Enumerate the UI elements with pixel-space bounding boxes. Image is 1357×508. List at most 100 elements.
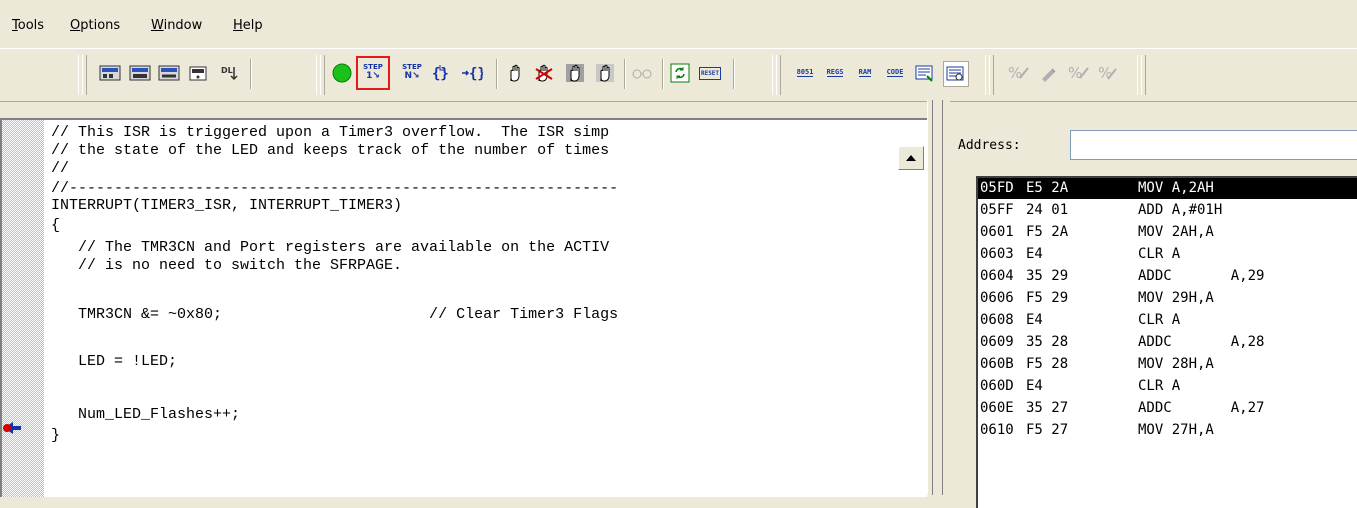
- row-opcode-bytes: E4: [1026, 378, 1043, 394]
- row-opcode-bytes: 24 01: [1026, 202, 1069, 218]
- toolbar-separator: [624, 59, 626, 89]
- row-instruction: ADDC A,28: [1138, 334, 1265, 350]
- code-line[interactable]: LED = !LED;: [51, 353, 177, 370]
- row-instruction: ADDC A,27: [1138, 400, 1265, 416]
- reset-button[interactable]: RESET: [698, 61, 722, 85]
- row-instruction: MOV A,2AH: [1138, 180, 1214, 196]
- row-instruction: ADD A,#01H: [1138, 202, 1223, 218]
- code-line[interactable]: // The TMR3CN and Port registers are ava…: [51, 239, 609, 256]
- row-opcode-bytes: F5 28: [1026, 356, 1069, 372]
- menu-window[interactable]: Window: [151, 18, 202, 33]
- row-opcode-bytes: F5 29: [1026, 290, 1069, 306]
- row-address: 05FF: [980, 202, 1014, 218]
- disassembly-row[interactable]: 060B F5 28 MOV 28H,A: [978, 354, 1357, 375]
- menu-help[interactable]: Help: [233, 18, 263, 33]
- bookmark-percent-icon[interactable]: %: [1007, 61, 1031, 85]
- view-8051-button[interactable]: 8051: [793, 61, 817, 85]
- rebuild-icon[interactable]: [157, 61, 181, 85]
- go-run-icon[interactable]: [330, 61, 354, 85]
- breakpoint-hand-icon[interactable]: [503, 61, 527, 85]
- disassembly-row[interactable]: 05FF 24 01 ADD A,#01H: [978, 200, 1357, 221]
- step-into-button[interactable]: STEP 1↘: [356, 56, 390, 90]
- scroll-up-button[interactable]: [898, 146, 924, 170]
- view-ram-button[interactable]: RAM: [853, 61, 877, 85]
- toolbar-grip[interactable]: [82, 55, 87, 95]
- disassembly-row[interactable]: 0609 35 28 ADDC A,28: [978, 332, 1357, 353]
- disassembly-window-icon[interactable]: [943, 61, 969, 87]
- breakpoint-arrow-icon[interactable]: [2, 420, 34, 434]
- toolbar-grip[interactable]: [776, 55, 781, 95]
- row-address: 0601: [980, 224, 1014, 240]
- row-instruction: MOV 2AH,A: [1138, 224, 1214, 240]
- code-line[interactable]: //--------------------------------------…: [51, 180, 618, 197]
- svg-text:DL: DL: [221, 66, 233, 75]
- download-icon[interactable]: DL: [218, 61, 242, 85]
- row-address: 0608: [980, 312, 1014, 328]
- watch-window-icon[interactable]: [913, 61, 937, 85]
- disassembly-row[interactable]: 05FD E5 2A MOV A,2AH: [978, 178, 1357, 199]
- enable-breakpoints-icon[interactable]: [563, 61, 587, 85]
- row-address: 0609: [980, 334, 1014, 350]
- row-instruction: MOV 28H,A: [1138, 356, 1214, 372]
- watch-glasses-icon[interactable]: [630, 61, 654, 85]
- code-line[interactable]: // This ISR is triggered upon a Timer3 o…: [51, 124, 609, 141]
- row-instruction: MOV 29H,A: [1138, 290, 1214, 306]
- menu-tools[interactable]: Tools: [12, 18, 44, 33]
- disassembly-row[interactable]: 060E 35 27 ADDC A,27: [978, 398, 1357, 419]
- build-icon[interactable]: [98, 61, 122, 85]
- code-line[interactable]: TMR3CN &= ~0x80; // Clear Timer3 Flags: [51, 306, 618, 323]
- find-pen-icon[interactable]: [1037, 61, 1061, 85]
- view-regs-button[interactable]: REGS: [823, 61, 847, 85]
- clear-bookmarks-icon[interactable]: %: [1097, 61, 1121, 85]
- address-label: Address:: [958, 138, 1021, 153]
- step-out-icon[interactable]: {}: [430, 61, 454, 85]
- disassembly-row[interactable]: 0606 F5 29 MOV 29H,A: [978, 288, 1357, 309]
- source-editor[interactable]: // This ISR is triggered upon a Timer3 o…: [0, 118, 927, 497]
- code-line[interactable]: {: [51, 217, 60, 234]
- pane-splitter[interactable]: [927, 100, 950, 495]
- code-line[interactable]: }: [51, 427, 60, 444]
- disassembly-row[interactable]: 060D E4 CLR A: [978, 376, 1357, 397]
- disassembly-row[interactable]: 0603 E4 CLR A: [978, 244, 1357, 265]
- disassembly-row[interactable]: 0610 F5 27 MOV 27H,A: [978, 420, 1357, 441]
- disassembly-row[interactable]: 0604 35 29 ADDC A,29: [978, 266, 1357, 287]
- toolbar-grip[interactable]: [989, 55, 994, 95]
- row-instruction: CLR A: [1138, 246, 1181, 262]
- step-over-button[interactable]: STEP N↘: [400, 61, 424, 85]
- row-address: 0606: [980, 290, 1014, 306]
- run-to-cursor-icon[interactable]: {}: [460, 61, 484, 85]
- view-code-button[interactable]: CODE: [883, 61, 907, 85]
- scroll-up-arrow-icon: [906, 155, 916, 161]
- code-line[interactable]: //: [51, 160, 69, 177]
- row-address: 0603: [980, 246, 1014, 262]
- row-opcode-bytes: E5 2A: [1026, 180, 1069, 196]
- disassembly-row[interactable]: 0601 F5 2A MOV 2AH,A: [978, 222, 1357, 243]
- toolbar-grip[interactable]: [1141, 55, 1146, 95]
- row-instruction: CLR A: [1138, 312, 1181, 328]
- toolbar-grip[interactable]: [320, 55, 325, 95]
- row-instruction: CLR A: [1138, 378, 1181, 394]
- row-opcode-bytes: E4: [1026, 246, 1043, 262]
- code-line[interactable]: Num_LED_Flashes++;: [51, 406, 240, 423]
- menu-bar: Tools Options Window Help: [0, 0, 1357, 40]
- target-icon[interactable]: [186, 61, 210, 85]
- disassembly-list[interactable]: 05FD E5 2A MOV A,2AH 05FF 24 01 ADD A,#01H 060…: [976, 176, 1357, 508]
- code-line[interactable]: // the state of the LED and keeps track …: [51, 142, 609, 159]
- remove-breakpoints-icon[interactable]: [532, 61, 556, 85]
- address-input[interactable]: [1070, 130, 1357, 160]
- toolbar: DL STEP 1↘ STEP N↘ {} {}: [0, 48, 1357, 102]
- disassembly-row[interactable]: 0608 E4 CLR A: [978, 310, 1357, 331]
- make-icon[interactable]: [128, 61, 152, 85]
- row-opcode-bytes: F5 27: [1026, 422, 1069, 438]
- menu-options[interactable]: Options: [70, 18, 120, 33]
- row-opcode-bytes: E4: [1026, 312, 1043, 328]
- svg-text:%: %: [1098, 64, 1112, 82]
- refresh-icon[interactable]: [668, 61, 692, 85]
- code-line[interactable]: INTERRUPT(TIMER3_ISR, INTERRUPT_TIMER3): [51, 197, 402, 214]
- toolbar-separator: [250, 59, 252, 89]
- code-line[interactable]: // is no need to switch the SFRPAGE.: [51, 257, 402, 274]
- editor-gutter[interactable]: [2, 120, 44, 497]
- svg-text:%: %: [1008, 64, 1022, 82]
- replace-percent-icon[interactable]: %: [1067, 61, 1091, 85]
- disable-breakpoints-icon[interactable]: [593, 61, 617, 85]
